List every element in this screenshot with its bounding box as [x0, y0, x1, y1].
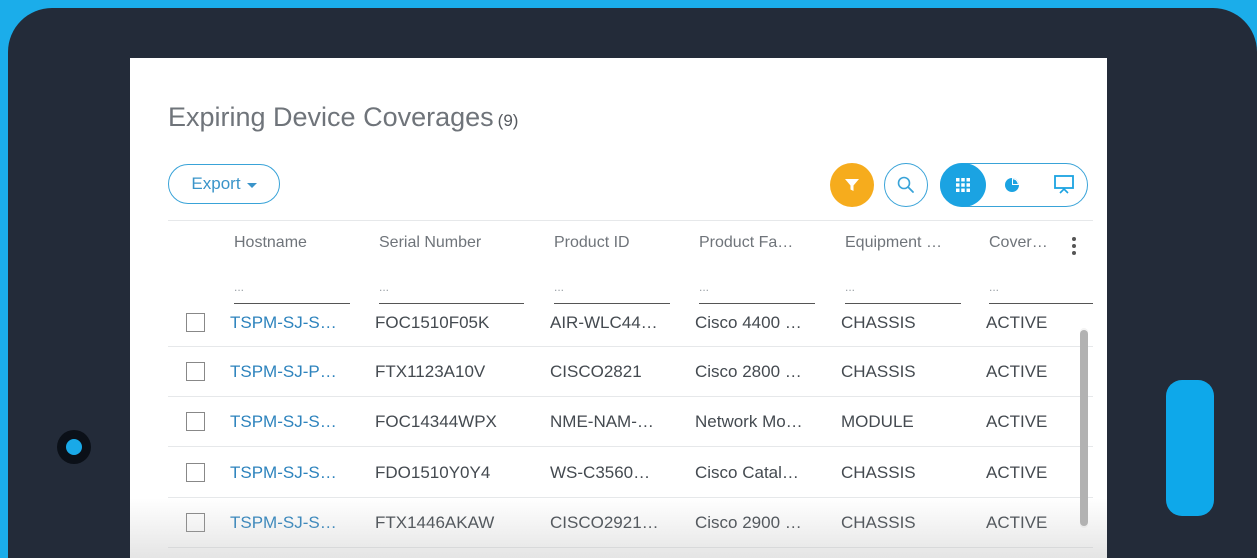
table-row[interactable]: TSPM-SJ-S… FOC14344WPX NME-NAM-… Network…	[168, 397, 1093, 447]
grid-view-icon	[955, 177, 970, 192]
coverage-status: ACTIVE	[986, 513, 1048, 532]
row-checkbox[interactable]	[186, 313, 205, 332]
product-id: NME-NAM-…	[550, 412, 654, 431]
column-filters: ... ... ... ... ... ...	[130, 276, 1107, 306]
export-label: Export	[191, 174, 241, 193]
product-id: AIR-WLC44…	[550, 313, 658, 332]
column-coverage[interactable]: Coverag	[989, 234, 1049, 252]
row-checkbox[interactable]	[186, 362, 205, 381]
table-header: Hostname Serial Number Product ID Produc…	[130, 234, 1107, 264]
coverage-status: ACTIVE	[986, 313, 1048, 332]
product-family: Cisco 2900 …	[695, 513, 802, 532]
equipment-type: CHASSIS	[841, 463, 916, 482]
serial-number: FTX1446AKAW	[375, 513, 495, 532]
scrollbar-thumb[interactable]	[1080, 330, 1088, 526]
filter-input-serial-number[interactable]: ...	[379, 276, 524, 304]
grid-view-button[interactable]	[939, 162, 986, 207]
presentation-icon[interactable]	[1053, 174, 1075, 196]
column-serial-number[interactable]: Serial Number	[379, 234, 509, 252]
row-checkbox[interactable]	[186, 412, 205, 431]
serial-number: FDO1510Y0Y4	[375, 463, 491, 482]
product-family: Cisco Catal…	[695, 463, 799, 482]
table-row[interactable]: TSPM-SJ-S… FDO1510Y0Y4 WS-C3560… Cisco C…	[168, 448, 1093, 498]
filter-input-coverage[interactable]: ...	[989, 276, 1093, 304]
table-row[interactable]: TSPM-SJ-S… FTX1446AKAW CISCO2921… Cisco …	[168, 498, 1093, 548]
product-id: CISCO2921…	[550, 513, 659, 532]
hostname-link[interactable]: TSPM-SJ-S…	[230, 463, 337, 483]
hostname-link[interactable]: TSPM-SJ-P…	[230, 362, 337, 382]
serial-number: FOC14344WPX	[375, 412, 497, 431]
hostname-link[interactable]: TSPM-SJ-S…	[230, 313, 337, 333]
column-equipment-type[interactable]: Equipment …	[845, 234, 960, 252]
product-id: CISCO2821	[550, 362, 642, 381]
filter-input-product-family[interactable]: ...	[699, 276, 815, 304]
product-id: WS-C3560…	[550, 463, 651, 482]
product-family: Network Mo…	[695, 412, 803, 431]
divider	[168, 220, 1093, 221]
search-button[interactable]	[884, 163, 928, 207]
product-family: Cisco 4400 …	[695, 313, 802, 332]
camera	[57, 430, 91, 464]
table-row[interactable]: TSPM-SJ-P… FTX1123A10V CISCO2821 Cisco 2…	[168, 347, 1093, 397]
export-button[interactable]: Export	[168, 164, 280, 204]
equipment-type: CHASSIS	[841, 513, 916, 532]
pie-chart-icon[interactable]	[1003, 176, 1021, 194]
serial-number: FOC1510F05K	[375, 313, 490, 332]
screen: Expiring Device Coverages (9) Export Hos…	[130, 58, 1107, 558]
serial-number: FTX1123A10V	[375, 362, 486, 381]
page-title: Expiring Device Coverages (9)	[168, 102, 518, 133]
product-family: Cisco 2800 …	[695, 362, 802, 381]
chevron-down-icon	[246, 182, 257, 188]
hostname-link[interactable]: TSPM-SJ-S…	[230, 513, 337, 533]
search-icon	[897, 176, 914, 193]
view-toggle	[939, 162, 1088, 207]
filter-input-product-id[interactable]: ...	[554, 276, 670, 304]
more-vertical-icon[interactable]	[1070, 236, 1078, 258]
row-checkbox[interactable]	[186, 463, 205, 482]
home-button[interactable]	[1166, 380, 1214, 516]
column-hostname[interactable]: Hostname	[234, 234, 354, 252]
filter-input-equipment-type[interactable]: ...	[845, 276, 961, 304]
column-product-id[interactable]: Product ID	[554, 234, 664, 252]
coverage-status: ACTIVE	[986, 412, 1048, 431]
page-title-text: Expiring Device Coverages	[168, 102, 494, 132]
filter-icon	[845, 179, 859, 191]
equipment-type: CHASSIS	[841, 313, 916, 332]
equipment-type: CHASSIS	[841, 362, 916, 381]
hostname-link[interactable]: TSPM-SJ-S…	[230, 412, 337, 432]
coverage-status: ACTIVE	[986, 362, 1048, 381]
coverage-status: ACTIVE	[986, 463, 1048, 482]
filter-button[interactable]	[830, 163, 874, 207]
column-product-family[interactable]: Product Fa…	[699, 234, 814, 252]
device-count: (9)	[497, 111, 519, 130]
table-row[interactable]: TSPM-SJ-S… FOC1510F05K AIR-WLC44… Cisco …	[168, 303, 1093, 347]
equipment-type: MODULE	[841, 412, 914, 431]
row-checkbox[interactable]	[186, 513, 205, 532]
filter-input-hostname[interactable]: ...	[234, 276, 350, 304]
